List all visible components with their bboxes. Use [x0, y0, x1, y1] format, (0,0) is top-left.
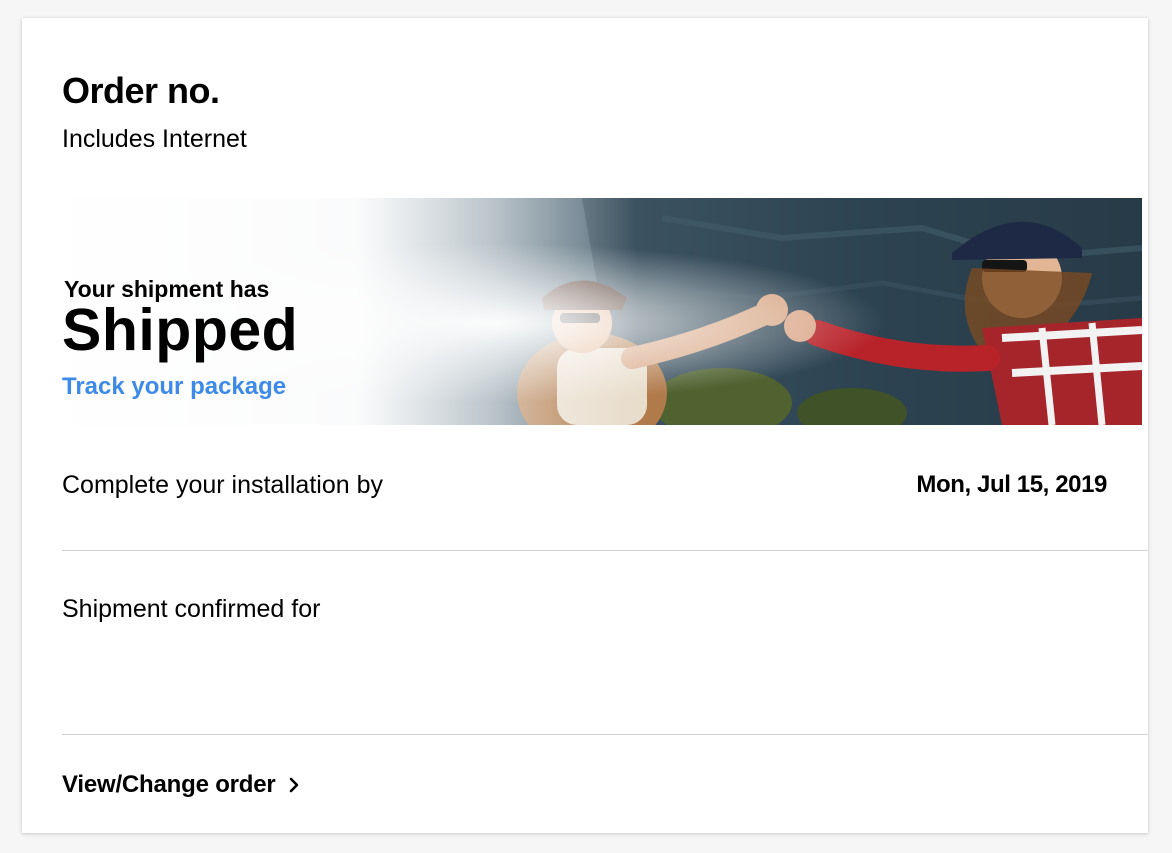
- shipment-confirmed-label: Shipment confirmed for: [62, 595, 321, 623]
- order-card: Order no. Includes Internet Your shipmen…: [22, 18, 1148, 833]
- view-change-order-link[interactable]: View/Change order: [62, 771, 302, 799]
- order-includes: Includes Internet: [62, 125, 247, 153]
- chevron-right-icon: [289, 777, 298, 793]
- installation-label: Complete your installation by: [62, 471, 383, 499]
- view-change-order-label: View/Change order: [62, 771, 276, 798]
- order-title: Order no.: [62, 70, 220, 111]
- shipment-status: Shipped: [62, 297, 299, 363]
- shipment-banner: Your shipment has Shipped Track your pac…: [22, 198, 1142, 425]
- track-package-link[interactable]: Track your package: [62, 373, 286, 401]
- divider: [62, 550, 1148, 551]
- divider: [62, 734, 1148, 735]
- installation-date: Mon, Jul 15, 2019: [916, 471, 1107, 498]
